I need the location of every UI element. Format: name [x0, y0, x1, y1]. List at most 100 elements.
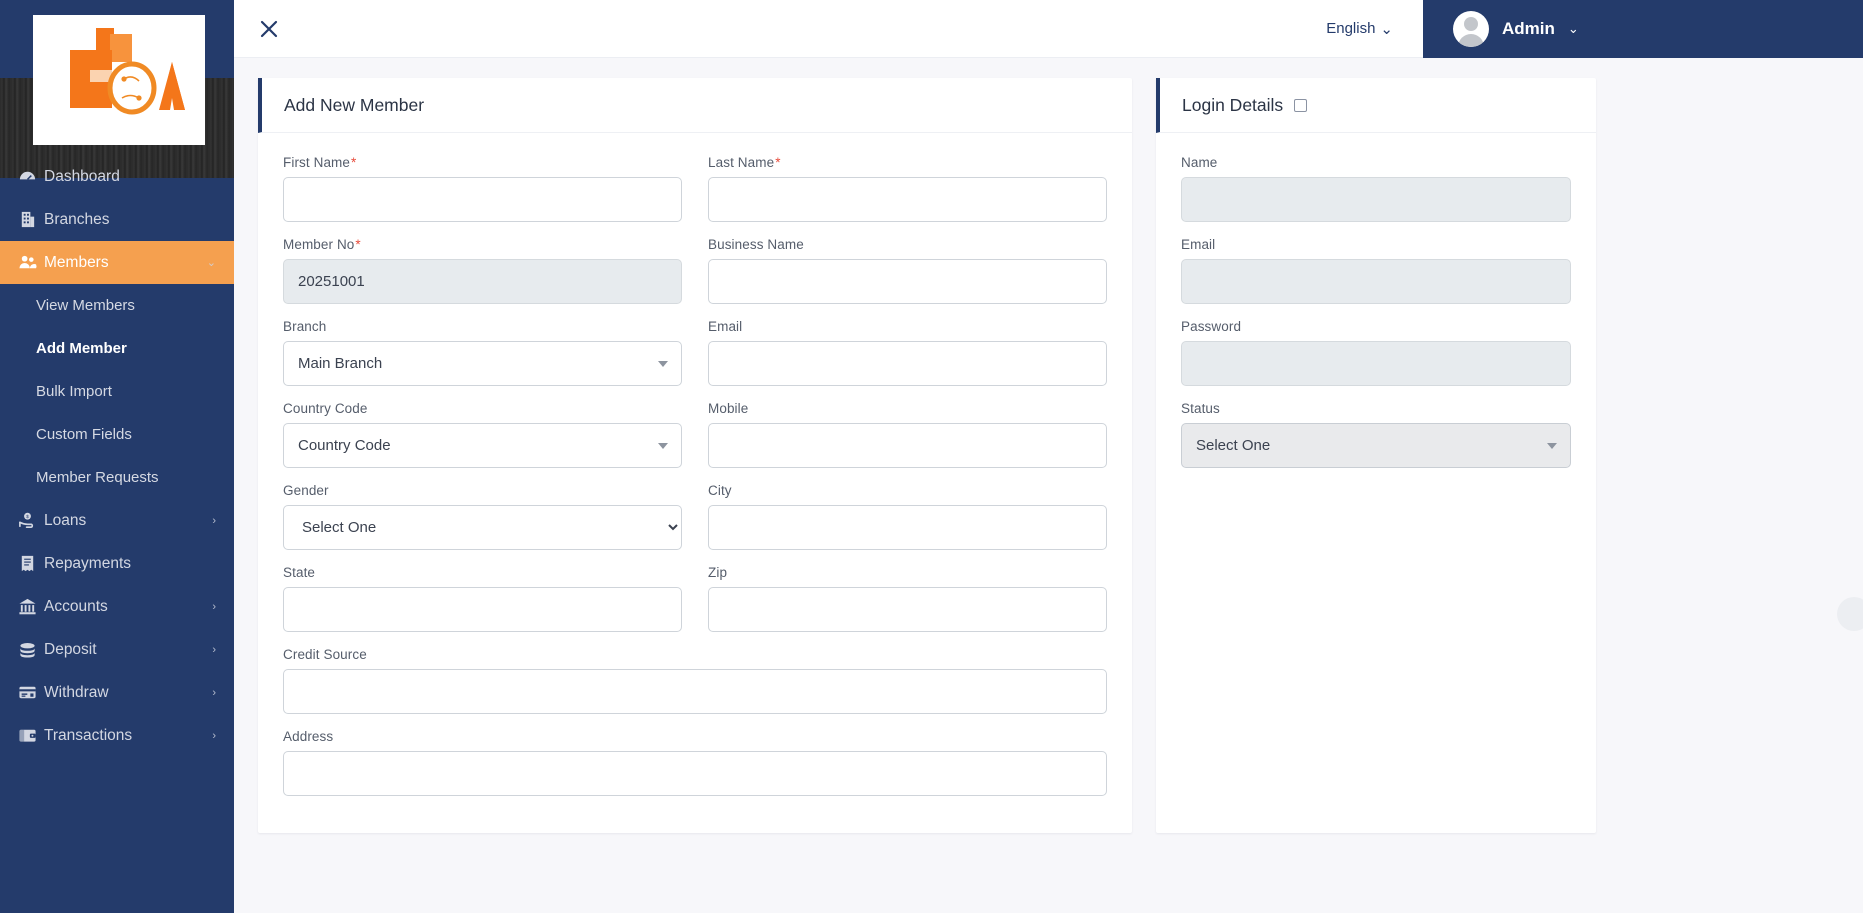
chevron-right-icon: ›: [212, 600, 216, 613]
sidebar-item-label: Members: [44, 253, 109, 271]
business-name-input[interactable]: [708, 259, 1107, 304]
main-content: Add New Member First Name* Last Name* Me…: [234, 58, 1863, 913]
close-icon-glyph: [260, 20, 278, 37]
card-icon: [18, 683, 44, 702]
sidebar-item-label: Dashboard: [44, 167, 120, 185]
field-address: Address: [283, 729, 1107, 796]
last-name-input[interactable]: [708, 177, 1107, 222]
sidebar-item-branches[interactable]: Branches: [0, 198, 234, 241]
field-login-password: Password: [1181, 319, 1571, 386]
field-email: Email: [708, 319, 1107, 386]
sidebar: Dashboard Branches Members ⌄ View Members Add…: [0, 0, 234, 913]
zip-input[interactable]: [708, 587, 1107, 632]
sidebar-item-label: Withdraw: [44, 683, 109, 701]
city-input[interactable]: [708, 505, 1107, 550]
sidebar-subitem-member-requests[interactable]: Member Requests: [0, 456, 234, 499]
sidebar-item-dashboard[interactable]: Dashboard: [0, 155, 234, 198]
field-member-no: Member No*: [283, 237, 682, 304]
coins-icon: [18, 640, 44, 659]
mobile-input[interactable]: [708, 423, 1107, 468]
sidebar-item-withdraw[interactable]: Withdraw ›: [0, 671, 234, 714]
login-details-title: Login Details: [1182, 94, 1284, 115]
first-name-input[interactable]: [283, 177, 682, 222]
label-mobile: Mobile: [708, 401, 749, 416]
member-no-input[interactable]: [283, 259, 682, 304]
sidebar-item-label: Repayments: [44, 554, 132, 572]
language-label: English: [1326, 20, 1376, 37]
address-input[interactable]: [283, 751, 1107, 796]
email-input[interactable]: [708, 341, 1107, 386]
dashboard-icon: [18, 167, 44, 186]
foa-logo-icon: [70, 28, 185, 115]
field-login-name: Name: [1181, 155, 1571, 222]
sidebar-item-deposit[interactable]: Deposit ›: [0, 628, 234, 671]
receipt-icon: [21, 555, 34, 572]
svg-text:$: $: [26, 514, 29, 520]
chevron-down-icon: ⌄: [1567, 20, 1579, 36]
login-details-card-header: Login Details: [1156, 78, 1596, 133]
field-branch: Branch: [283, 319, 682, 386]
sidebar-item-transactions[interactable]: Transactions ›: [0, 714, 234, 757]
add-member-card: Add New Member First Name* Last Name* Me…: [258, 78, 1132, 833]
chevron-right-icon: ›: [212, 686, 216, 699]
sidebar-subitem-label: Member Requests: [36, 469, 159, 486]
branch-select[interactable]: [283, 341, 682, 386]
content-row: Add New Member First Name* Last Name* Me…: [234, 78, 1863, 833]
add-member-card-header: Add New Member: [258, 78, 1132, 133]
dashboard-icon: [19, 171, 36, 180]
sidebar-nav: Dashboard Branches Members ⌄ View Members Add…: [0, 155, 234, 757]
field-city: City: [708, 483, 1107, 550]
close-icon[interactable]: [258, 18, 280, 40]
sidebar-item-label: Branches: [44, 210, 110, 228]
brand-logo[interactable]: [33, 15, 205, 145]
field-last-name: Last Name*: [708, 155, 1107, 222]
sidebar-item-accounts[interactable]: Accounts ›: [0, 585, 234, 628]
country-code-select[interactable]: [283, 423, 682, 468]
sidebar-item-repayments[interactable]: Repayments: [0, 542, 234, 585]
sidebar-subitem-custom-fields[interactable]: Custom Fields: [0, 413, 234, 456]
bank-icon: [19, 598, 36, 615]
add-member-form: First Name* Last Name* Member No* 202510…: [258, 133, 1132, 833]
label-business-name: Business Name: [708, 237, 804, 252]
sidebar-subitem-label: View Members: [36, 297, 135, 314]
chevron-right-icon: ›: [212, 643, 216, 656]
sidebar-subitem-add-member[interactable]: Add Member: [0, 327, 234, 370]
bank-icon: [18, 597, 44, 616]
gender-select[interactable]: Select One: [283, 505, 682, 550]
label-state: State: [283, 565, 316, 580]
sidebar-subitem-label: Bulk Import: [36, 383, 112, 400]
card-icon: [19, 686, 36, 699]
sidebar-subitem-bulk-import[interactable]: Bulk Import: [0, 370, 234, 413]
field-business-name: Business Name: [708, 237, 1107, 304]
login-details-checkbox[interactable]: [1294, 98, 1308, 112]
language-selector[interactable]: English ⌄: [1326, 20, 1393, 38]
label-branch: Branch: [283, 319, 327, 334]
login-status-select[interactable]: [1181, 423, 1571, 468]
credit-source-input[interactable]: [283, 669, 1107, 714]
building-icon: [21, 211, 35, 228]
field-login-email: Email: [1181, 237, 1571, 304]
login-email-input[interactable]: [1181, 259, 1571, 304]
field-mobile: Mobile: [708, 401, 1107, 468]
chevron-down-icon: ⌄: [206, 257, 216, 269]
label-first-name: First Name*: [283, 155, 357, 170]
label-login-email: Email: [1181, 237, 1216, 252]
help-bubble-button[interactable]: [1837, 597, 1863, 631]
login-password-input[interactable]: [1181, 341, 1571, 386]
sidebar-subitem-view-members[interactable]: View Members: [0, 284, 234, 327]
label-country-code: Country Code: [283, 401, 368, 416]
state-input[interactable]: [283, 587, 682, 632]
sidebar-item-loans[interactable]: $ Loans ›: [0, 499, 234, 542]
chevron-down-icon: ⌄: [1380, 20, 1393, 38]
profile-menu[interactable]: Admin ⌄: [1423, 0, 1863, 58]
sidebar-item-members[interactable]: Members ⌄: [0, 241, 234, 284]
label-email: Email: [708, 319, 743, 334]
login-details-form: Name Email Password Status: [1156, 133, 1596, 505]
required-marker: *: [355, 237, 361, 252]
login-name-input[interactable]: [1181, 177, 1571, 222]
label-last-name: Last Name*: [708, 155, 781, 170]
chevron-right-icon: ›: [212, 729, 216, 742]
label-member-no: Member No*: [283, 237, 361, 252]
label-login-status: Status: [1181, 401, 1220, 416]
page-title: Add New Member: [284, 94, 425, 115]
